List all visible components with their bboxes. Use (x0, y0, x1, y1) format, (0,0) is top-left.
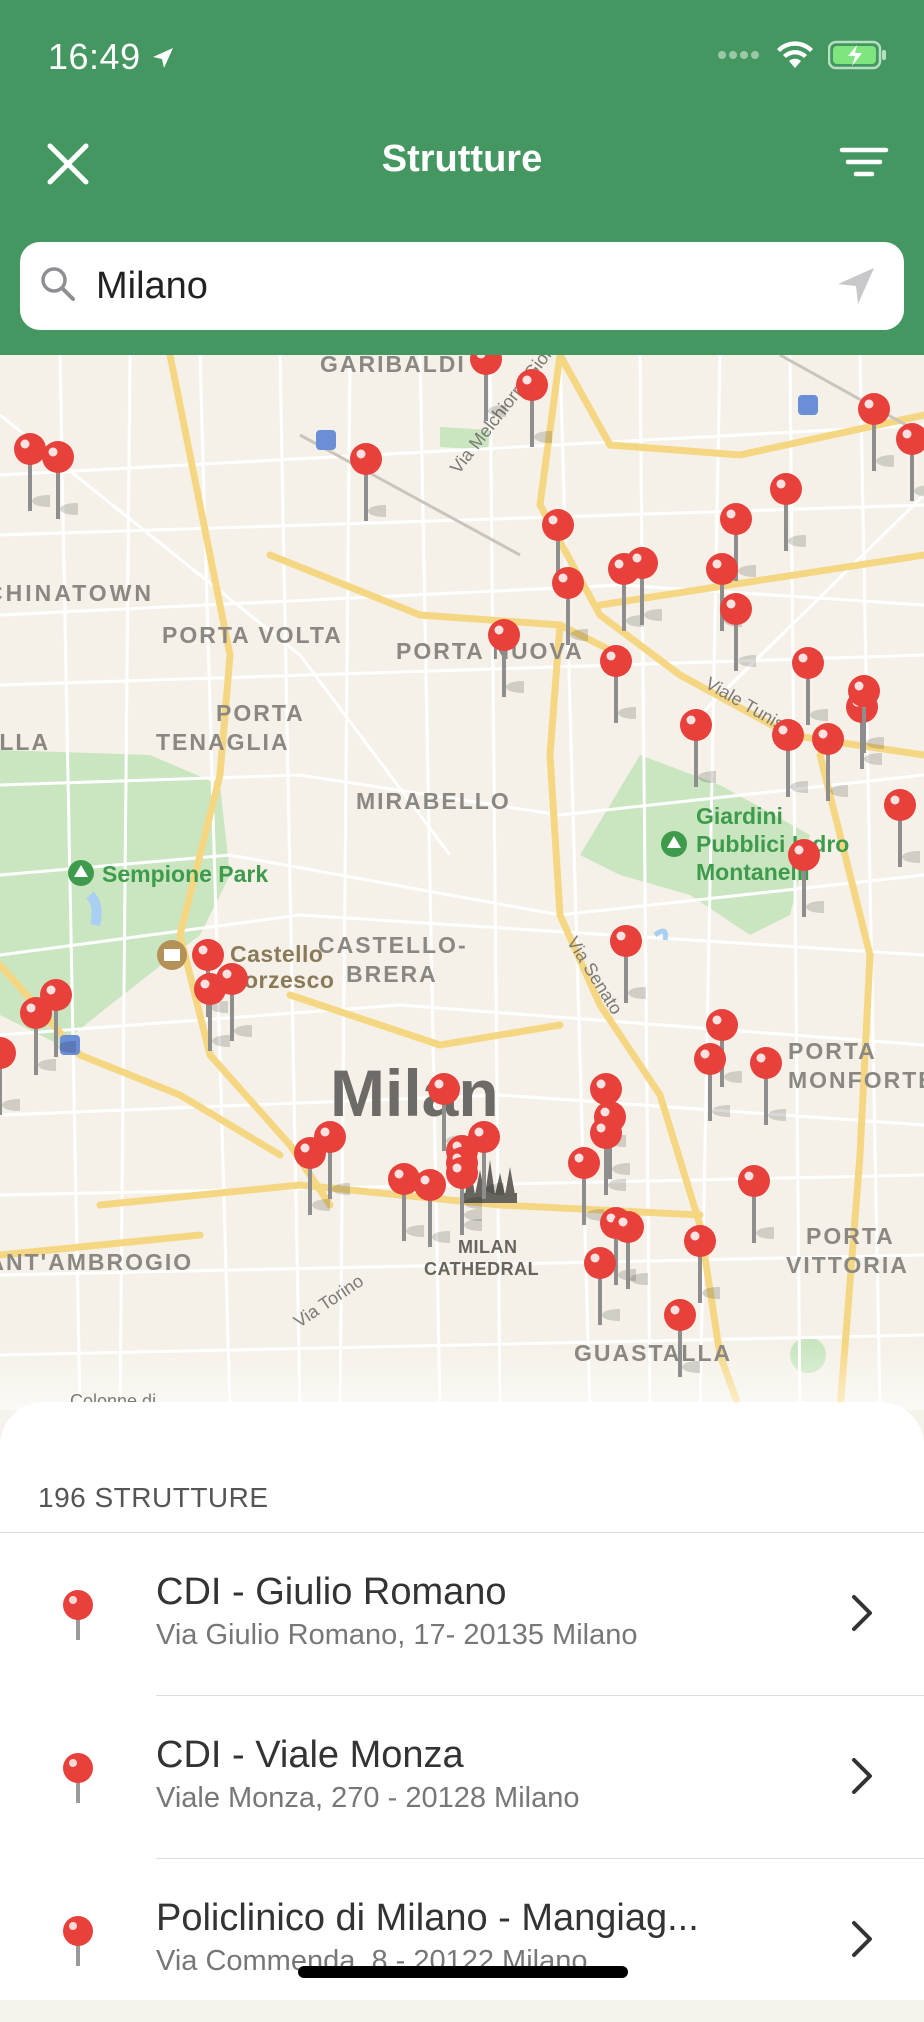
map-pin-icon[interactable] (290, 1135, 330, 1219)
map-pin-icon[interactable] (854, 391, 894, 475)
list-item[interactable]: Policlinico di Milano - Mangiag... Via C… (0, 1859, 924, 2022)
item-address: Viale Monza, 270 - 20128 Milano (156, 1782, 580, 1814)
search-icon (41, 267, 75, 301)
map-pin-icon[interactable] (880, 787, 920, 871)
map-pin-icon[interactable] (766, 471, 806, 555)
map-pin-icon[interactable] (734, 1163, 774, 1247)
status-time: 16:49 (48, 36, 175, 78)
map-pin-icon[interactable] (622, 545, 662, 629)
map-pin-icon[interactable] (680, 1223, 720, 1307)
list-item[interactable]: CDI - Giulio Romano Via Giulio Romano, 1… (0, 1533, 924, 1696)
district-label: PORTA (216, 700, 305, 726)
map-pin-icon[interactable] (548, 565, 588, 649)
map-pin-icon[interactable] (38, 439, 78, 523)
district-label: VITTORIA (786, 1252, 909, 1278)
landmark-label: CATHEDRAL (424, 1259, 540, 1279)
park-label: Sempione Park (102, 861, 269, 887)
district-label: PORTA VOLTA (162, 622, 343, 648)
item-address: Via Giulio Romano, 17- 20135 Milano (156, 1619, 638, 1651)
pin-icon (63, 1916, 93, 1966)
map-pin-icon[interactable] (808, 721, 848, 805)
district-label: MIRABELLO (356, 788, 511, 814)
page-title: Strutture (381, 138, 543, 180)
map-pin-icon[interactable] (466, 355, 506, 425)
status-icons (718, 40, 888, 70)
district-label: TENAGLIA (156, 729, 290, 755)
filter-icon (839, 147, 889, 177)
pin-icon (63, 1753, 93, 1803)
district-label: CASTELLO- (318, 932, 468, 958)
map-pin-icon[interactable] (784, 837, 824, 921)
map-pin-icon[interactable] (0, 1035, 20, 1119)
map-pin-icon[interactable] (768, 717, 808, 801)
map-pin-icon[interactable] (346, 441, 386, 525)
pin-icon (63, 1590, 93, 1640)
district-label: BRERA (346, 961, 438, 987)
map-pin-icon[interactable] (512, 367, 552, 451)
castle-marker-icon (157, 940, 187, 970)
district-label: MONFORTE (788, 1067, 924, 1093)
battery-charging-icon (828, 40, 886, 70)
current-location-icon[interactable] (836, 266, 876, 306)
map-pin-icon[interactable] (190, 971, 230, 1055)
chevron-right-icon (852, 1921, 872, 1957)
district-label: PORTA (788, 1038, 877, 1064)
map-pin-icon[interactable] (606, 923, 646, 1007)
map-pin-icon[interactable] (690, 1041, 730, 1125)
map-pin-icon[interactable] (676, 707, 716, 791)
map-pin-icon[interactable] (484, 617, 524, 701)
results-sheet[interactable]: 196 STRUTTURE CDI - Giulio Romano Via Gi… (0, 1402, 924, 2000)
district-label: GUASTALLA (574, 1340, 733, 1366)
park-marker-icon (68, 860, 94, 886)
location-arrow-icon (153, 48, 174, 68)
clock-text: 16:49 (48, 36, 141, 77)
list-item[interactable]: CDI - Viale Monza Viale Monza, 270 - 201… (0, 1696, 924, 1859)
map-pin-icon[interactable] (660, 1297, 700, 1381)
cellular-signal-icon (718, 51, 759, 59)
park-label: Pubblici Indro (696, 831, 850, 857)
district-label: CHINATOWN (0, 580, 154, 606)
header-bar: 16:49 Strutture (0, 0, 924, 355)
park-label: Giardini (696, 803, 783, 829)
chevron-right-icon (852, 1758, 872, 1794)
map-pin-icon[interactable] (16, 995, 56, 1079)
item-name: CDI - Giulio Romano (156, 1571, 507, 1613)
wifi-icon (777, 41, 813, 68)
map-pin-icon[interactable] (746, 1045, 786, 1129)
district-label: SANT'AMBROGIO (0, 1249, 194, 1275)
map-pin-icon[interactable] (596, 643, 636, 727)
park-marker-icon (661, 831, 687, 857)
search-input[interactable] (94, 256, 818, 316)
map-pin-icon[interactable] (892, 421, 924, 505)
district-label: ELLA (0, 729, 51, 755)
map-pin-icon[interactable] (716, 591, 756, 675)
filter-button[interactable] (834, 134, 894, 194)
search-bar[interactable] (20, 242, 904, 330)
item-name: Policlinico di Milano - Mangiag... (156, 1897, 699, 1939)
district-label: GARIBALDI (320, 355, 466, 377)
chevron-right-icon (852, 1595, 872, 1631)
landmark-label: MILAN (458, 1237, 518, 1257)
map-view[interactable]: GARIBALDI CHINATOWN PORTA VOLTA PORTA NU… (0, 355, 924, 1410)
map-pin-icon[interactable] (580, 1245, 620, 1329)
home-indicator[interactable] (298, 1966, 628, 1978)
item-name: CDI - Viale Monza (156, 1734, 464, 1776)
map-pin-icon[interactable] (442, 1155, 482, 1239)
district-label: PORTA (806, 1223, 895, 1249)
results-count: 196 STRUTTURE (38, 1482, 269, 1513)
map-pin-icon[interactable] (844, 673, 884, 757)
